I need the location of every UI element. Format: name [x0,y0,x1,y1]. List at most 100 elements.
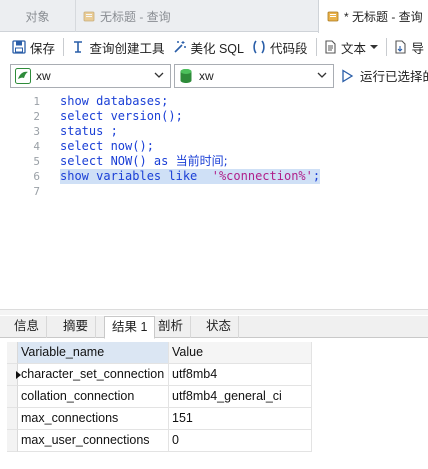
text-mode-label: 文本 [340,41,366,56]
chevron-down-icon [317,72,327,78]
row-marker[interactable] [7,386,18,408]
export-label: 导 [411,41,424,56]
run-selected-button[interactable]: 运行已选择的 [340,66,428,85]
result-tab[interactable]: 剖析 [151,316,192,338]
beautify-sql-label: 美化 SQL [190,41,245,56]
table-row[interactable]: max_connections 151 [0,408,428,430]
line-number: 5 [33,155,40,168]
database-name: xw [199,69,214,83]
sql-editor[interactable]: 1 show databases; 2 select version(); 3 statu… [0,91,428,309]
query-icon [83,10,96,23]
row-marker[interactable] [7,430,18,452]
code-line[interactable]: 7 [0,184,428,199]
code-line[interactable]: 6 show variables like '%connection%'; [0,169,428,184]
column-header[interactable]: Variable_name [18,342,169,364]
export-button[interactable]: 导 [390,35,428,59]
database-value: xw [179,68,214,84]
line-number: 6 [33,170,40,183]
export-icon [395,40,407,54]
table-row[interactable]: collation_connection utf8mb4_general_ci [0,386,428,408]
chevron-down-icon [154,72,164,78]
code-text: show databases; [60,94,168,109]
string-literal: '%connection%' [211,169,313,183]
run-selected-label: 运行已选择的 [360,70,428,84]
sql-token: show variables like [60,169,212,183]
sql-token: select NOW() as [60,154,176,168]
parentheses-icon [253,40,265,54]
database-icon [180,69,192,83]
tab-untitled-query-label: 无标题 - 查询 [100,9,171,24]
table-row[interactable]: character_set_connection utf8mb4 [0,364,428,386]
code-text: select NOW() as 当前时间; [60,154,228,169]
sql-token: show databases; [60,94,169,108]
text-mode-button[interactable]: 文本 [320,35,382,59]
tab-active-query-label: * 无标题 - 查询 [344,10,423,24]
sql-token: ; [312,169,321,183]
code-line[interactable]: 5 select NOW() as 当前时间; [0,154,428,169]
column-header[interactable]: Value [169,342,312,364]
splitter[interactable] [0,309,428,315]
row-marker[interactable] [7,408,18,430]
editor-toolbar: 保存 查询创建工具 美化 SQL 代码段 文本 导 [0,33,428,61]
magic-wand-icon [173,41,186,53]
line-number: 4 [33,140,40,153]
line-number: 2 [33,110,40,123]
dropdown-arrow-icon [370,45,378,49]
line-number: 3 [33,125,40,138]
connection-selector-row: xw xw 运行已选择的 [0,64,428,90]
tab-active-query[interactable]: * 无标题 - 查询 [318,0,428,33]
grid-cell[interactable]: 151 [169,408,312,430]
grid-cell[interactable]: 0 [169,430,312,452]
line-number: 1 [33,95,40,108]
beautify-sql-button[interactable]: 美化 SQL [169,35,249,59]
query-builder-label: 查询创建工具 [89,41,165,56]
mysql-connection-icon [15,68,31,84]
query-icon [327,10,340,23]
query-builder-button[interactable]: 查询创建工具 [67,35,168,59]
sql-token: status ; [60,124,118,138]
document-tab-bar: 对象 无标题 - 查询 * 无标题 - 查询 [0,0,428,33]
snippet-button[interactable]: 代码段 [248,35,312,59]
document-icon [325,40,336,54]
snippet-label: 代码段 [270,41,308,56]
connection-name: xw [36,69,51,83]
result-tab[interactable]: 摘要 [56,316,97,338]
code-text: select now(); [60,139,154,154]
grid-header-row: Variable_name Value [0,342,428,364]
save-icon [12,40,26,54]
connection-select[interactable]: xw [10,64,171,88]
code-text: status ; [60,124,118,139]
code-line[interactable]: 1 show databases; [0,94,428,109]
code-line[interactable]: 4 select now(); [0,139,428,154]
tab-objects[interactable]: 对象 [0,0,76,32]
row-marker[interactable] [7,364,21,386]
grid-cell[interactable]: collation_connection [18,386,169,408]
alias-text: 当前时间; [175,154,228,168]
save-label: 保存 [30,41,56,56]
table-row[interactable]: max_user_connections 0 [0,430,428,452]
grid-cell[interactable]: utf8mb4 [169,364,312,386]
result-tab[interactable]: 结果 1 [104,316,156,339]
database-select[interactable]: xw [174,64,334,88]
result-tab[interactable]: 状态 [199,316,240,338]
grid-cell[interactable]: character_set_connection [18,364,169,386]
tab-objects-label: 对象 [25,9,50,24]
grid-cell[interactable]: utf8mb4_general_ci [169,386,312,408]
connection-value: xw [15,68,51,84]
query-builder-icon [74,41,83,53]
result-tab-bar: 信息 摘要 结果 1 剖析 状态 [0,316,428,339]
save-button[interactable]: 保存 [8,35,59,59]
code-text: select version(); [60,109,183,124]
grid-cell[interactable]: max_user_connections [18,430,169,452]
code-line[interactable]: 3 status ; [0,124,428,139]
selected-code-text: show variables like '%connection%'; [60,169,321,184]
sql-token: select now(); [60,139,154,153]
grid-cell[interactable]: max_connections [18,408,169,430]
sql-token: select version(); [60,109,183,123]
line-number: 7 [33,185,40,198]
tab-untitled-query[interactable]: 无标题 - 查询 [77,0,317,32]
row-marker[interactable] [7,342,18,364]
code-line[interactable]: 2 select version(); [0,109,428,124]
play-icon [342,68,354,83]
result-tab[interactable]: 信息 [7,316,48,338]
